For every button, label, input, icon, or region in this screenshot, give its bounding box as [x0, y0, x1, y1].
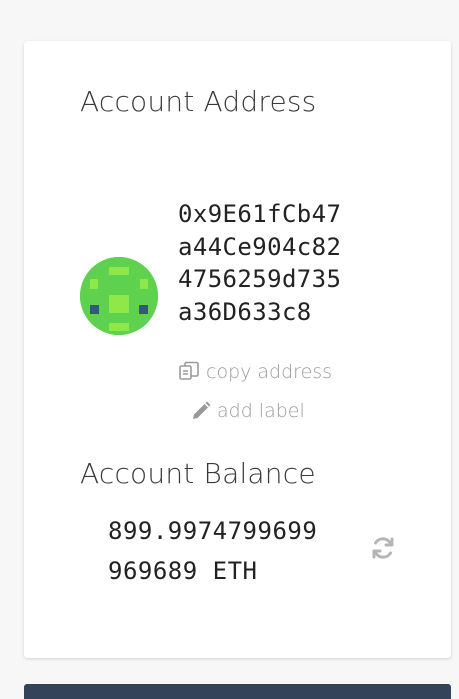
- address-line: a44Ce904c82: [178, 232, 342, 261]
- copy-address-label: copy address: [206, 361, 333, 383]
- pencil-icon: [191, 401, 211, 421]
- account-balance: 899.9974799699 969689 ETH: [108, 511, 368, 591]
- balance-line: 969689 ETH: [108, 557, 258, 585]
- identicon-avatar: [80, 257, 158, 335]
- address-line: 4756259d735: [178, 265, 342, 293]
- copy-address-button[interactable]: copy address: [178, 361, 332, 383]
- add-label-text: add label: [217, 400, 305, 422]
- address-line: a36D633c8: [178, 297, 312, 326]
- account-address-title: Account Address: [80, 85, 317, 118]
- next-panel-header: [24, 684, 451, 699]
- account-balance-title: Account Balance: [80, 457, 316, 490]
- balance-line: 899.9974799699: [108, 517, 318, 545]
- account-address: 0x9E61fCb47 a44Ce904c82 4756259d735 a36D…: [178, 198, 378, 328]
- refresh-icon[interactable]: [370, 535, 396, 561]
- copy-icon: [178, 361, 200, 383]
- account-card: Account Address 0x9E61fCb47 a44Ce904c82 …: [24, 41, 451, 658]
- address-line: 0x9E61fCb47: [178, 200, 342, 228]
- add-label-button[interactable]: add label: [191, 400, 305, 422]
